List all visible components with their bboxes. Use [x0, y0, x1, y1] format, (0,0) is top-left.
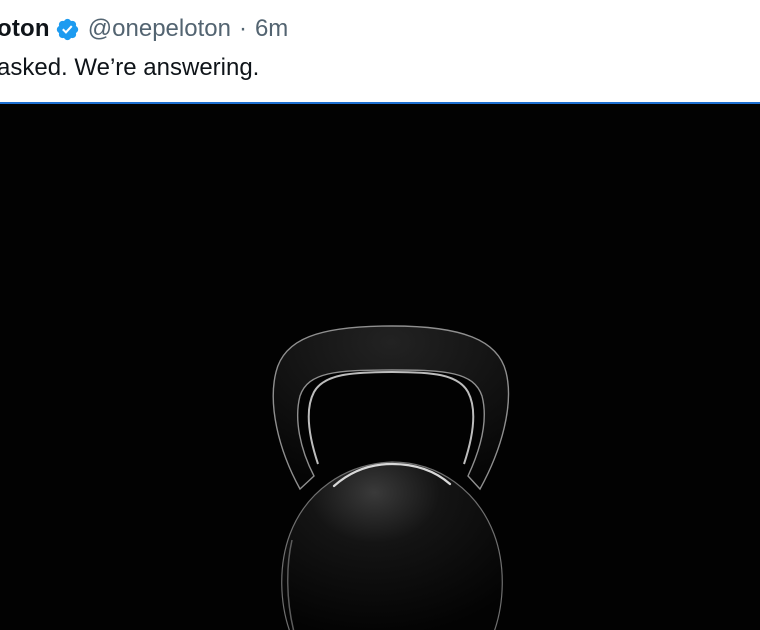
tweet-header: oton @onepeloton · 6m: [0, 12, 288, 46]
author-handle[interactable]: @onepeloton: [88, 12, 231, 46]
tweet-media[interactable]: [0, 102, 760, 630]
header-separator: ·: [238, 15, 247, 42]
author-name[interactable]: oton: [0, 12, 50, 46]
tweet-text: asked. We’re answering.: [0, 54, 260, 81]
kettlebell-handle-inner-rim: [307, 370, 475, 465]
verified-badge-icon[interactable]: [55, 17, 80, 42]
tweet-screenshot: oton @onepeloton · 6m asked. We’re answe…: [0, 0, 760, 630]
kettlebell-body: [281, 461, 503, 630]
kettlebell-image: [272, 325, 510, 630]
tweet-timestamp[interactable]: 6m: [255, 12, 288, 46]
